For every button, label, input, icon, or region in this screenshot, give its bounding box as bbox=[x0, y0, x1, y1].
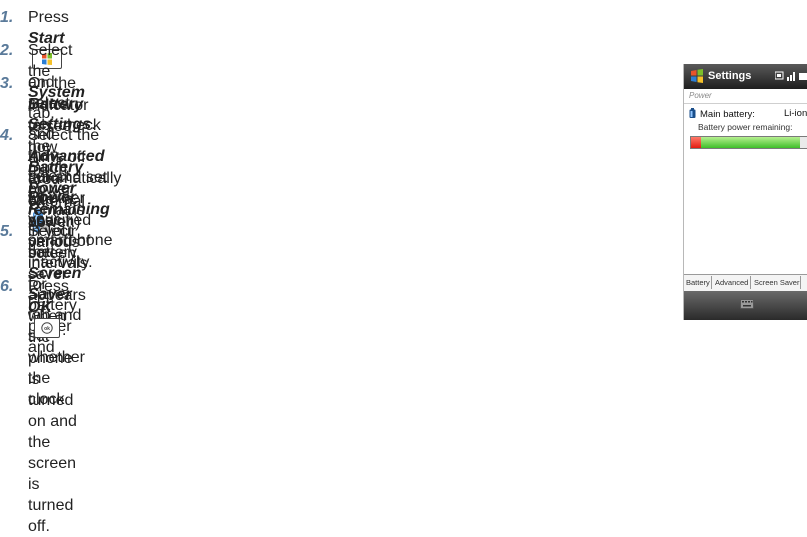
phone-title: Settings bbox=[708, 70, 752, 82]
battery-bar-low-segment bbox=[691, 137, 702, 148]
signal-battery-icon bbox=[775, 71, 807, 81]
battery-level-bar bbox=[690, 136, 807, 149]
tab-screen-saver[interactable]: Screen Saver bbox=[754, 278, 799, 287]
battery-bar-level-segment bbox=[701, 137, 801, 148]
phone-subtitle: Power bbox=[689, 91, 712, 100]
step-number: 3. bbox=[0, 75, 14, 92]
step-text: Press OK ok. bbox=[28, 278, 69, 339]
tab-divider bbox=[711, 276, 712, 289]
tab-divider bbox=[750, 276, 751, 289]
phone-title-bar: Settings bbox=[684, 64, 807, 89]
step-number: 1. bbox=[0, 9, 14, 26]
keyboard-icon[interactable] bbox=[740, 299, 754, 309]
phone-power-screen: Settings Power Main battery: Li-ion Batt… bbox=[683, 64, 807, 320]
battery-remaining-label: Battery power remaining: bbox=[698, 122, 793, 132]
ok-key-icon: ok bbox=[34, 318, 60, 338]
tab-advanced[interactable]: Advanced bbox=[715, 278, 748, 287]
main-battery-row: Main battery: bbox=[689, 108, 755, 120]
windows-flag-icon bbox=[691, 69, 703, 83]
step-number: 2. bbox=[0, 42, 14, 59]
step-number: 5. bbox=[0, 223, 14, 240]
phone-tab-strip: Battery Advanced Screen Saver bbox=[684, 274, 807, 291]
phone-soft-key-bar bbox=[684, 291, 807, 320]
tab-divider bbox=[800, 276, 801, 289]
step-number: 4. bbox=[0, 127, 14, 144]
battery-icon bbox=[689, 108, 696, 118]
battery-type: Li-ion bbox=[784, 108, 807, 119]
main-battery-label: Main battery: bbox=[700, 109, 755, 120]
tab-battery[interactable]: Battery bbox=[686, 278, 710, 287]
svg-text:ok: ok bbox=[44, 326, 50, 332]
step-number: 6. bbox=[0, 278, 14, 295]
phone-subtitle-bar: Power bbox=[684, 89, 807, 104]
